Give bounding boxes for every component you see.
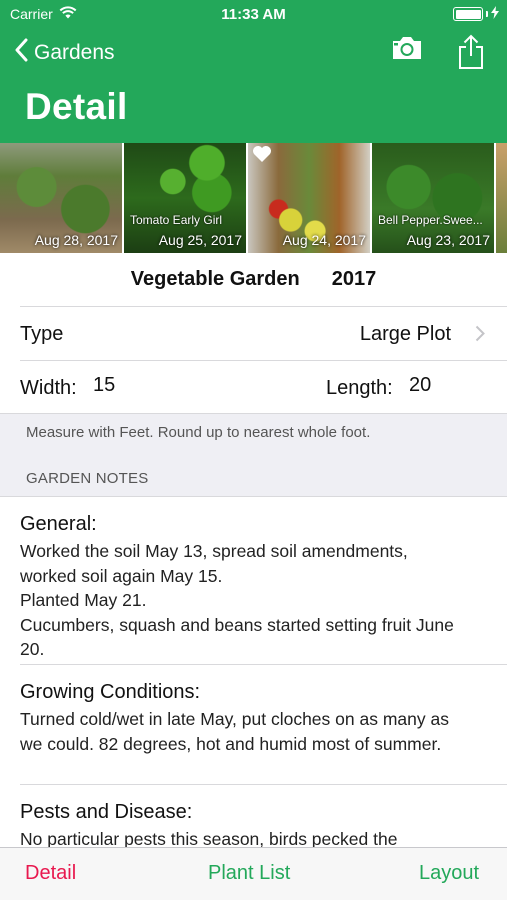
hint-band: Measure with Feet. Round up to nearest w… [0,413,507,497]
garden-title-row: Vegetable Garden 2017 [0,253,507,306]
divider [20,784,507,785]
charging-icon [491,6,499,22]
battery-icon [453,7,483,21]
photo-date: Aug 28, 2017 [34,232,118,248]
photo-caption: Tomato Early Girl [130,213,223,227]
photo-strip[interactable]: Aug 28, 2017 Tomato Early Girl Aug 25, 2… [0,143,507,253]
chevron-left-icon [14,38,28,68]
nav-header: Carrier 11:33 AM Gardens Detail [0,0,507,143]
length-label: Length: [326,377,393,399]
note-title: Pests and Disease: [20,801,193,823]
measure-hint: Measure with Feet. Round up to nearest w… [26,424,371,441]
note-body: No particular pests this season, birds p… [20,829,398,847]
divider [20,664,507,665]
type-row[interactable]: Type Large Plot [0,307,507,360]
back-label: Gardens [34,41,115,64]
battery-cap [486,11,488,17]
section-header-notes: GARDEN NOTES [26,470,149,487]
type-value: Large Plot [359,323,451,345]
back-button[interactable]: Gardens [14,38,115,68]
camera-button[interactable] [390,34,424,67]
note-growing-conditions[interactable]: Growing Conditions: Turned cold/wet in l… [20,681,493,756]
note-title: General: [20,513,97,535]
status-bar: Carrier 11:33 AM [0,0,507,28]
garden-notes[interactable]: General: Worked the soil May 13, spread … [0,497,507,847]
tab-layout[interactable]: Layout [419,862,479,885]
page-title: Detail [25,86,128,127]
photo-thumbnail-partial[interactable] [496,143,507,253]
note-body: Turned cold/wet in late May, put cloches… [20,709,449,754]
photo-date: Aug 23, 2017 [406,232,490,248]
photo-thumbnail[interactable]: Tomato Early Girl Aug 25, 2017 [124,143,246,253]
photo-thumbnail[interactable]: Aug 28, 2017 [0,143,122,253]
garden-year: 2017 [331,268,377,290]
dimensions-row: Width: Length: [0,361,507,413]
camera-icon [390,37,424,66]
garden-name: Vegetable Garden [130,268,300,290]
photo-date: Aug 24, 2017 [282,232,366,248]
photo-thumbnail[interactable]: Bell Pepper.Swee... Aug 23, 2017 [372,143,494,253]
note-general[interactable]: General: Worked the soil May 13, spread … [20,513,493,662]
width-label: Width: [20,377,77,399]
note-pests-disease[interactable]: Pests and Disease: No particular pests t… [20,801,493,847]
length-field[interactable] [409,374,469,397]
photo-date: Aug 25, 2017 [158,232,242,248]
share-button[interactable] [457,34,485,75]
width-field[interactable] [93,374,153,397]
share-icon [457,34,485,74]
note-title: Growing Conditions: [20,681,201,703]
note-body: Worked the soil May 13, spread soil amen… [20,541,454,659]
tab-bar: Detail Plant List Layout [0,847,507,900]
tab-plant-list[interactable]: Plant List [208,862,290,885]
divider [0,413,507,414]
status-right [453,6,499,22]
heart-icon [252,145,272,168]
photo-thumbnail[interactable]: Aug 24, 2017 [248,143,370,253]
status-time: 11:33 AM [221,6,286,23]
chevron-right-icon [475,325,485,348]
photo-caption: Bell Pepper.Swee... [378,213,483,227]
tab-detail[interactable]: Detail [25,862,76,885]
type-label: Type [20,323,64,345]
